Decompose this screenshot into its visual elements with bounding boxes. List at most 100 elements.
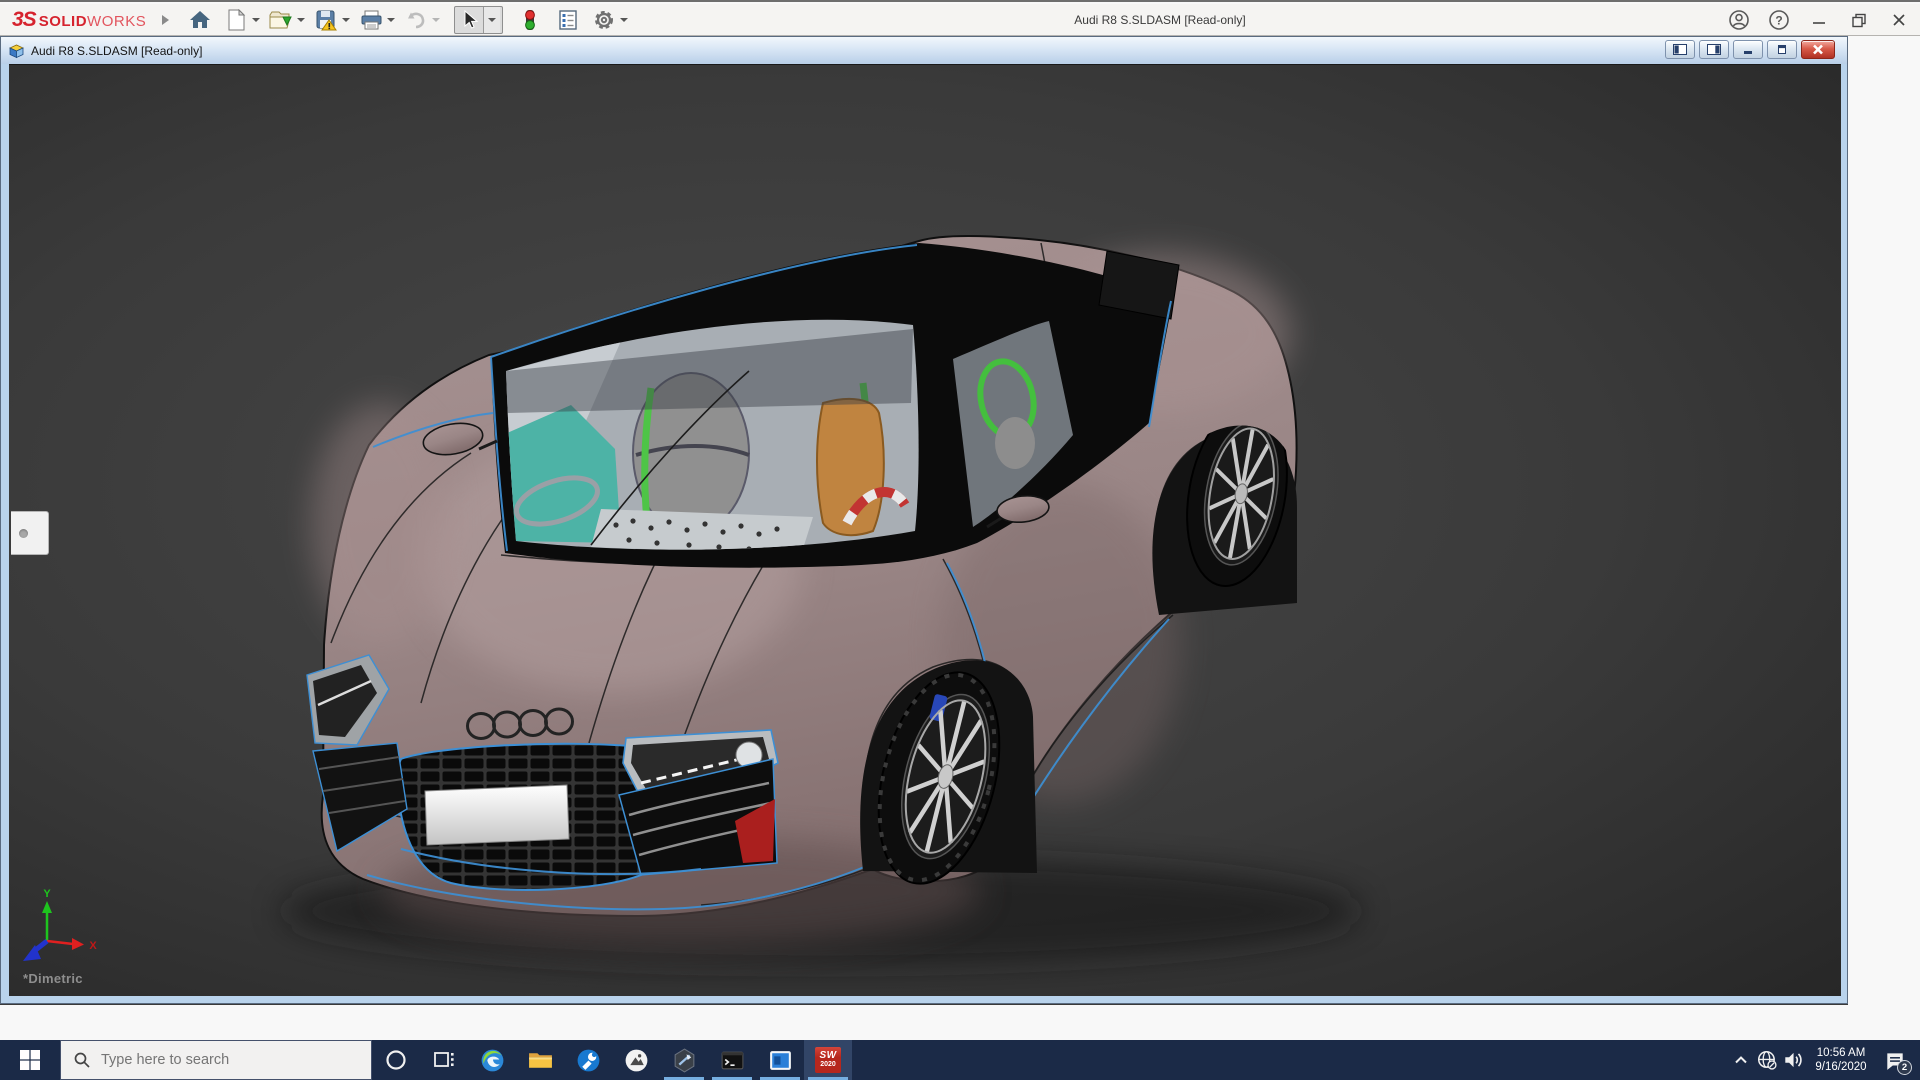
account-button[interactable]	[1726, 7, 1752, 33]
dropdown-caret-icon[interactable]	[387, 18, 395, 22]
print-button[interactable]	[358, 7, 403, 33]
doc-minimize-button[interactable]	[1733, 40, 1763, 59]
show-left-pane-button[interactable]	[1665, 40, 1695, 59]
dropdown-caret-icon[interactable]	[342, 18, 350, 22]
close-button[interactable]	[1886, 7, 1912, 33]
show-right-pane-button[interactable]	[1699, 40, 1729, 59]
doc-close-button[interactable]	[1801, 40, 1835, 59]
taskbar-app-solidworks-2020[interactable]: SW 2020	[804, 1040, 852, 1080]
dropdown-caret-icon[interactable]	[488, 18, 496, 22]
wrench-tool-icon	[575, 1047, 602, 1074]
taskbar-app-file-explorer[interactable]	[516, 1040, 564, 1080]
taskbar-app-settings-tools[interactable]	[564, 1040, 612, 1080]
dropdown-caret-icon[interactable]	[432, 18, 440, 22]
home-icon	[189, 9, 211, 31]
license-plate	[425, 785, 569, 845]
taskbar-app-task-view[interactable]	[420, 1040, 468, 1080]
options-gear-icon	[593, 9, 615, 31]
menu-expand-arrow-icon[interactable]	[162, 15, 169, 25]
assembly-document-icon	[8, 42, 25, 59]
select-arrow-icon	[460, 9, 480, 31]
doc-minimize-icon	[1741, 44, 1755, 55]
svg-text:?: ?	[1775, 14, 1782, 28]
open-folder-icon	[269, 9, 293, 31]
dropdown-caret-icon[interactable]	[252, 18, 260, 22]
solidworks-logo-mark-icon: 3S	[12, 8, 36, 32]
restore-button[interactable]	[1846, 7, 1872, 33]
speaker-icon	[1782, 1049, 1804, 1071]
taskbar-app-edge[interactable]	[468, 1040, 516, 1080]
left-pane-icon	[1673, 44, 1687, 55]
save-icon	[315, 9, 337, 31]
undo-button[interactable]	[403, 7, 448, 33]
file-properties-button[interactable]	[555, 7, 581, 33]
taskbar-search[interactable]	[60, 1040, 372, 1080]
clock[interactable]: 10:56 AM 9/16/2020	[1806, 1046, 1876, 1074]
rebuild-traffic-light-icon	[523, 8, 537, 32]
minimize-button[interactable]	[1806, 7, 1832, 33]
orientation-triad[interactable]: Y X	[23, 888, 97, 961]
photos-icon	[623, 1047, 650, 1074]
open-button[interactable]	[268, 7, 313, 33]
file-explorer-icon	[527, 1047, 554, 1074]
task-view-icon	[431, 1047, 457, 1073]
options-button[interactable]	[591, 7, 636, 33]
select-tool-button[interactable]	[454, 6, 503, 34]
home-button[interactable]	[187, 7, 213, 33]
triad-y-label: Y	[43, 888, 51, 900]
doc-restore-button[interactable]	[1767, 40, 1797, 59]
restore-icon	[1850, 11, 1868, 29]
document-window: Audi R8 S.SLDASM [Read-only]	[0, 36, 1848, 1004]
view-orientation-label: *Dimetric	[23, 971, 83, 986]
taskbar-app-photos[interactable]	[612, 1040, 660, 1080]
command-prompt-icon	[719, 1047, 746, 1074]
hexagon-app-icon	[671, 1047, 698, 1074]
new-document-button[interactable]	[223, 7, 268, 33]
search-input[interactable]	[101, 1052, 341, 1068]
triad-x-label: X	[89, 940, 97, 952]
print-icon	[360, 9, 383, 31]
help-icon: ?	[1768, 9, 1790, 31]
media-app-icon	[767, 1047, 794, 1074]
taskbar-app-cortana[interactable]	[372, 1040, 420, 1080]
document-title-bar[interactable]: Audi R8 S.SLDASM [Read-only]	[1, 37, 1847, 64]
document-title: Audi R8 S.SLDASM [Read-only]	[31, 44, 202, 58]
clock-time: 10:56 AM	[1806, 1046, 1876, 1060]
solidworks-logo: 3S SOLID WORKS	[12, 8, 146, 32]
help-button[interactable]: ?	[1766, 7, 1792, 33]
pane-handle-dot-icon	[19, 529, 28, 538]
graphics-viewport[interactable]: Y X *Dimetric	[9, 64, 1841, 996]
taskbar-app-hexagon-tool[interactable]	[660, 1040, 708, 1080]
cortana-icon	[383, 1047, 409, 1073]
rebuild-button[interactable]	[517, 7, 543, 33]
minimize-icon	[1810, 11, 1828, 29]
network-globe-icon	[1756, 1049, 1778, 1071]
clock-date: 9/16/2020	[1806, 1060, 1876, 1074]
tray-chevron-button[interactable]	[1728, 1040, 1754, 1080]
account-person-icon	[1728, 9, 1750, 31]
solidworks-2020-icon: SW 2020	[815, 1047, 841, 1073]
dropdown-caret-icon[interactable]	[297, 18, 305, 22]
new-document-icon	[226, 9, 246, 31]
app-title: Audi R8 S.SLDASM [Read-only]	[1074, 13, 1245, 27]
system-tray: 10:56 AM 9/16/2020 2	[1728, 1040, 1920, 1080]
undo-icon	[405, 9, 427, 31]
taskbar-app-command-prompt[interactable]	[708, 1040, 756, 1080]
action-center-button[interactable]: 2	[1876, 1040, 1914, 1080]
tray-network-button[interactable]	[1754, 1040, 1780, 1080]
search-icon	[73, 1051, 91, 1069]
audi-r8-3d-model: Y X	[9, 65, 1841, 996]
file-properties-icon	[557, 9, 579, 31]
collapsed-pane-handle[interactable]	[11, 511, 49, 555]
doc-close-icon	[1812, 44, 1824, 55]
start-button[interactable]	[0, 1040, 60, 1080]
windows-logo-icon	[18, 1048, 42, 1072]
taskbar-app-media-app[interactable]	[756, 1040, 804, 1080]
tray-volume-button[interactable]	[1780, 1040, 1806, 1080]
close-icon	[1890, 11, 1908, 29]
dropdown-caret-icon[interactable]	[620, 18, 628, 22]
edge-icon	[479, 1047, 506, 1074]
desktop: 3S SOLID WORKS	[0, 0, 1920, 1080]
save-button[interactable]	[313, 7, 358, 33]
right-pane-icon	[1707, 44, 1721, 55]
